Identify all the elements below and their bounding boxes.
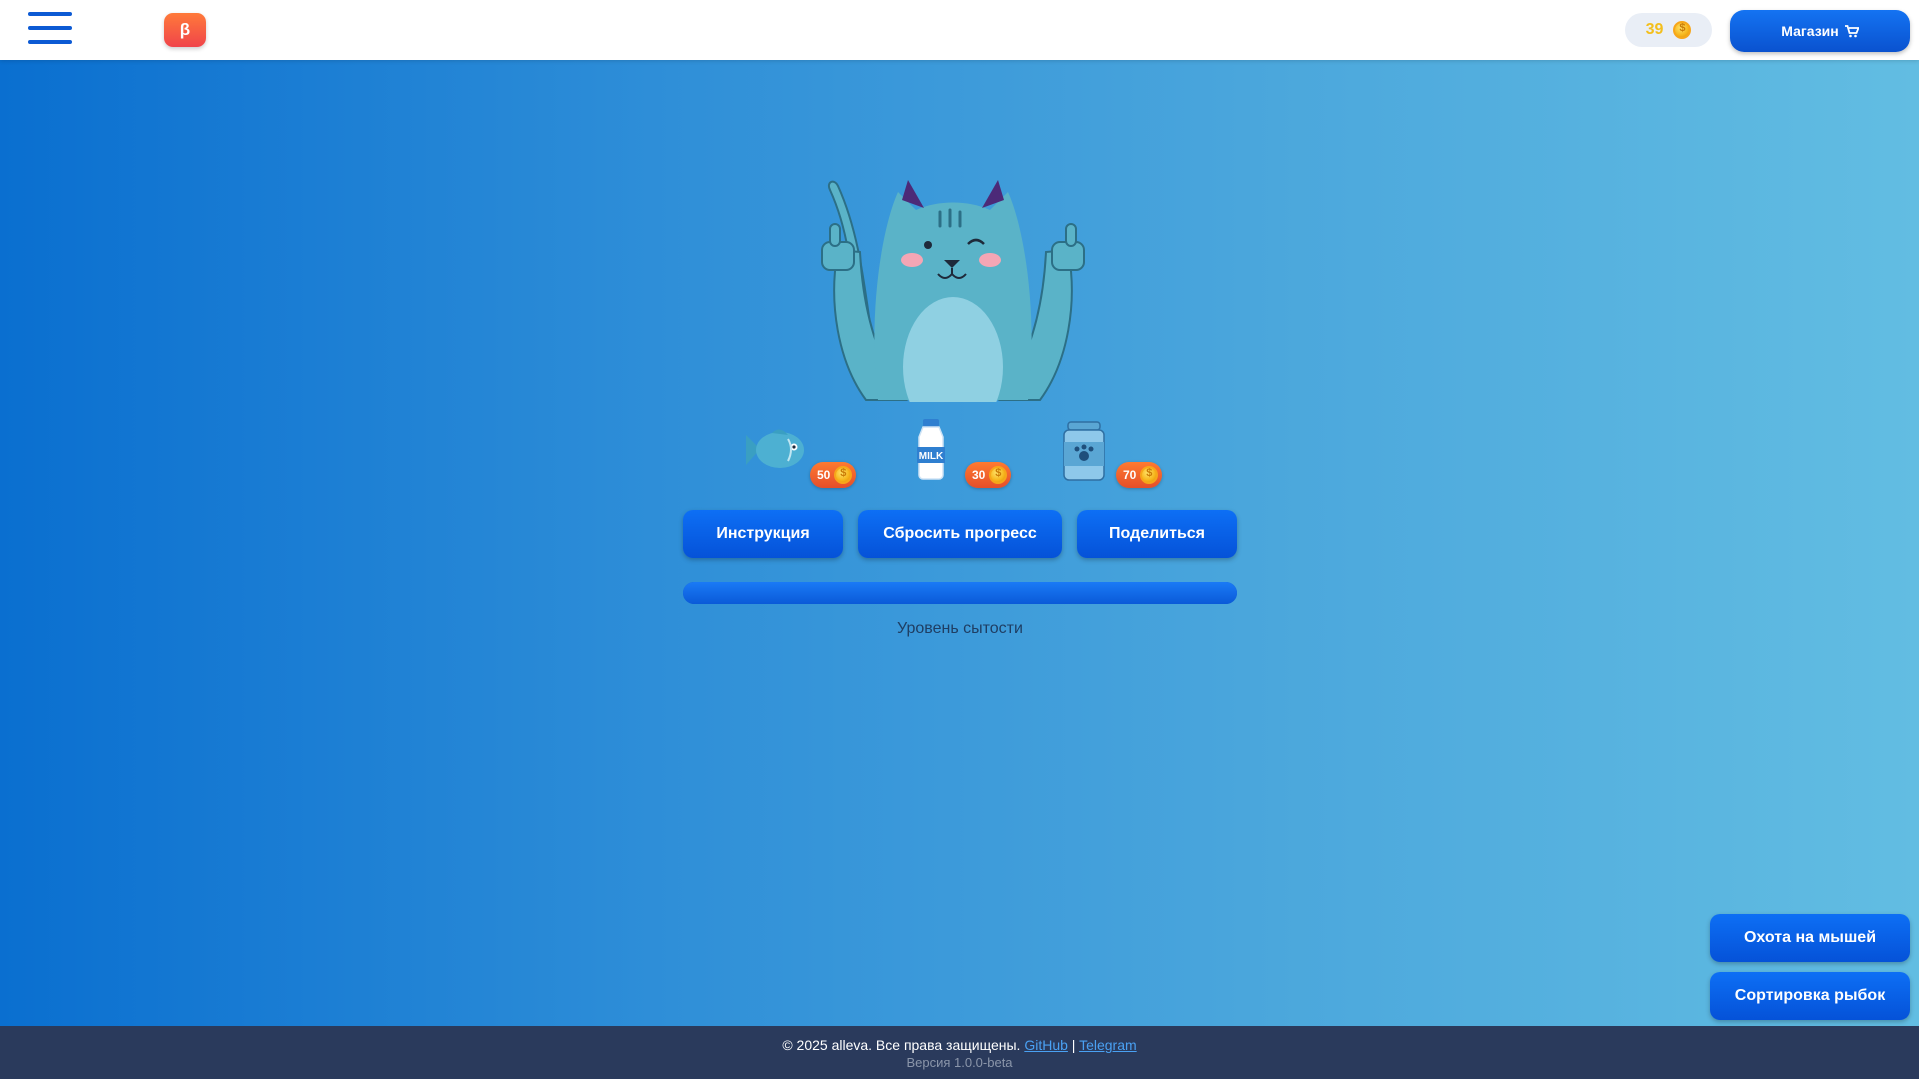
satiety-label: Уровень сытости [897, 620, 1023, 637]
telegram-link[interactable]: Telegram [1079, 1037, 1137, 1053]
shop-label: Магазин [1781, 23, 1839, 39]
price-badge: 70 [1116, 462, 1163, 488]
footer: © 2025 alleva. Все права защищены. GitHu… [0, 1026, 1919, 1079]
price-value: 70 [1123, 468, 1137, 482]
satiety-progress-bar [683, 582, 1237, 604]
satiety-progress-fill [683, 582, 1237, 604]
coin-balance: 39 [1625, 13, 1712, 47]
food-cat-food[interactable]: 70 [1062, 415, 1177, 488]
cat-food-jar-icon [1063, 421, 1105, 481]
price-badge: 50 [810, 462, 857, 488]
coin-icon [1140, 466, 1159, 484]
footer-line: © 2025 alleva. Все права защищены. GitHu… [0, 1037, 1919, 1053]
top-bar: β 39 Магазин [0, 0, 1919, 60]
copyright-text: © 2025 alleva. Все права защищены. [782, 1037, 1021, 1053]
reset-progress-button[interactable]: Сбросить прогресс [858, 510, 1062, 558]
price-value: 30 [972, 468, 986, 482]
food-fish[interactable]: 50 [744, 415, 869, 488]
beta-badge[interactable]: β [164, 13, 206, 47]
shop-button[interactable]: Магазин [1730, 10, 1910, 52]
github-link[interactable]: GitHub [1024, 1037, 1068, 1053]
price-value: 50 [817, 468, 831, 482]
instructions-button[interactable]: Инструкция [683, 510, 843, 558]
cart-icon [1844, 24, 1859, 37]
milk-bottle-icon: MILK [917, 419, 945, 480]
milk-label: MILK [919, 451, 944, 462]
coin-icon [1673, 21, 1692, 39]
food-milk[interactable]: MILK 30 [911, 415, 1021, 488]
fish-sorting-button[interactable]: Сортировка рыбок [1710, 972, 1910, 1020]
coin-icon [989, 466, 1008, 484]
mouse-hunt-button[interactable]: Охота на мышей [1710, 914, 1910, 962]
cat-illustration [821, 180, 1085, 402]
menu-icon[interactable] [28, 12, 72, 48]
price-badge: 30 [965, 462, 1012, 488]
share-button[interactable]: Поделиться [1077, 510, 1237, 558]
coin-count: 39 [1645, 21, 1664, 38]
footer-separator: | [1071, 1037, 1076, 1053]
fish-icon [746, 429, 804, 468]
version-text: Версия 1.0.0-beta [906, 1055, 1013, 1070]
coin-icon [834, 466, 853, 484]
